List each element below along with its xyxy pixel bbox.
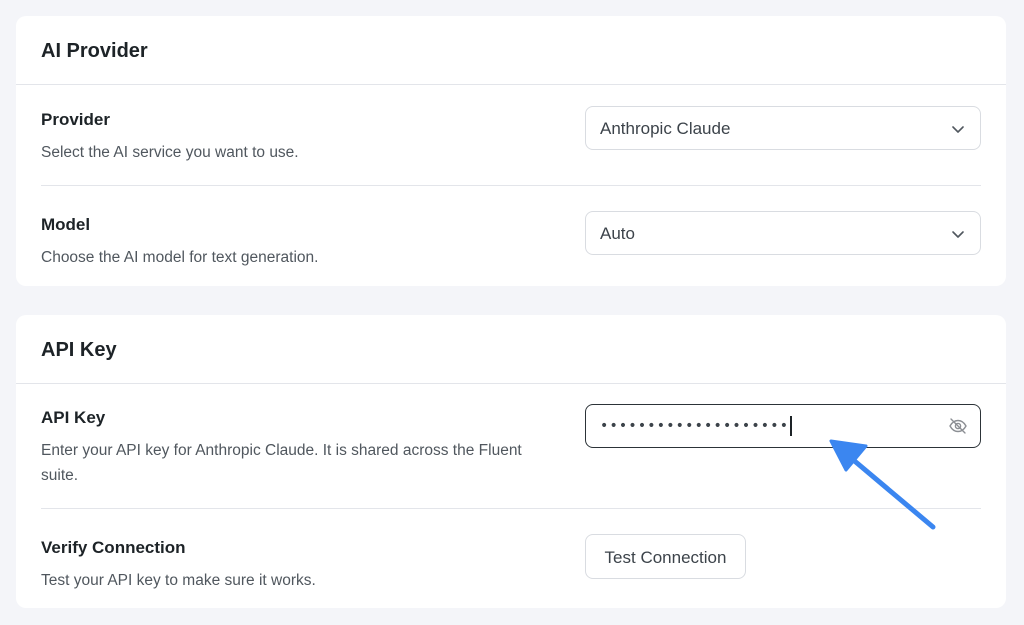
model-selected-value: Auto (600, 224, 635, 243)
api-key-masked-value: •••••••••••••••••••• (600, 415, 792, 437)
api-key-card: API Key API Key Enter your API key for A… (16, 315, 1006, 608)
provider-selected-value: Anthropic Claude (600, 119, 731, 138)
verify-row: Verify Connection Test your API key to m… (41, 538, 981, 598)
model-label: Model (41, 215, 91, 234)
test-connection-button[interactable]: Test Connection (585, 534, 746, 579)
model-description: Choose the AI model for text generation. (41, 249, 319, 266)
eye-off-icon[interactable] (948, 417, 968, 435)
provider-description: Select the AI service you want to use. (41, 144, 299, 161)
ai-provider-card: AI Provider Provider Select the AI servi… (16, 16, 1006, 286)
chevron-down-icon (952, 231, 964, 238)
divider (41, 185, 981, 186)
provider-select[interactable]: Anthropic Claude (585, 106, 981, 150)
text-caret (790, 416, 792, 436)
model-select[interactable]: Auto (585, 211, 981, 255)
api-key-label: API Key (41, 408, 106, 427)
ai-provider-title: AI Provider (41, 40, 148, 62)
api-key-title: API Key (41, 339, 117, 361)
api-key-description: Enter your API key for Anthropic Claude.… (41, 442, 522, 484)
verify-description: Test your API key to make sure it works. (41, 572, 316, 589)
api-key-input[interactable]: •••••••••••••••••••• (585, 404, 981, 448)
chevron-down-icon (952, 126, 964, 133)
verify-label: Verify Connection (41, 538, 186, 557)
ai-provider-header: AI Provider (16, 16, 1006, 85)
divider (41, 508, 981, 509)
api-key-header: API Key (16, 315, 1006, 384)
provider-label: Provider (41, 110, 110, 129)
